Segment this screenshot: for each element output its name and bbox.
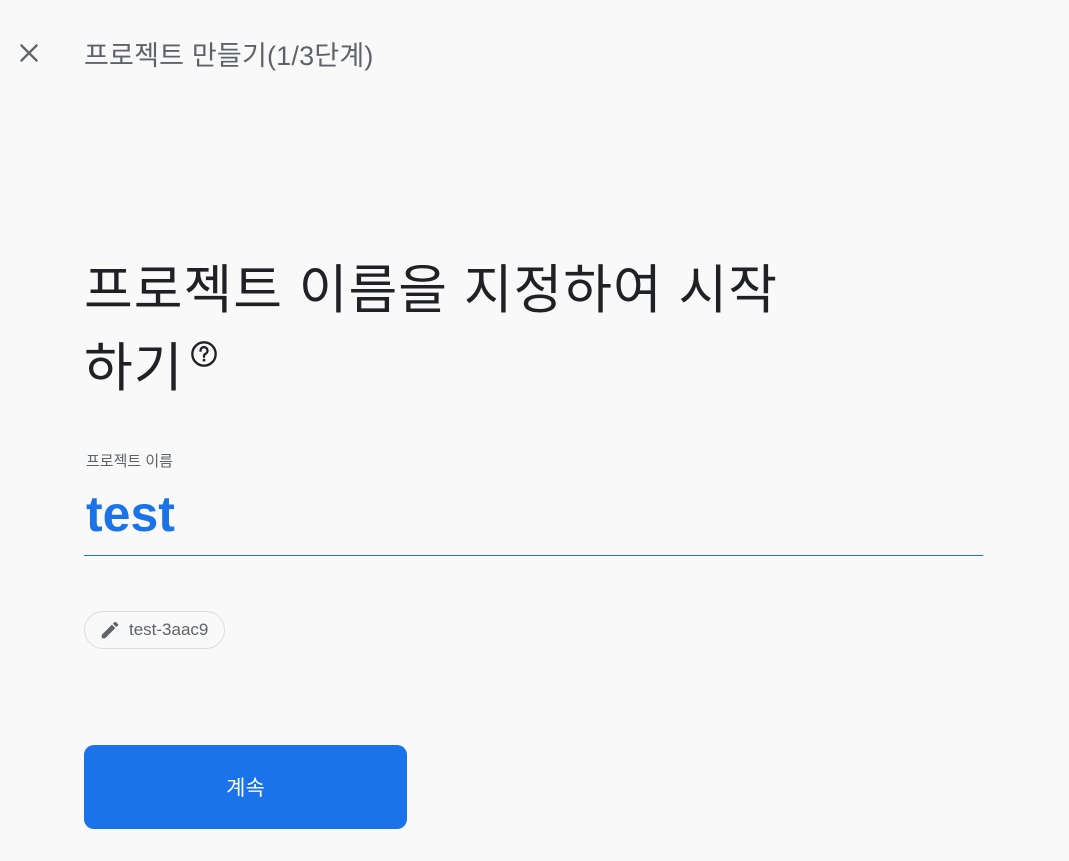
heading-block: 프로젝트 이름을 지정하여 시작하기 xyxy=(84,252,804,408)
close-button[interactable] xyxy=(12,36,46,70)
project-id-text: test-3aac9 xyxy=(129,620,209,639)
page-title: 프로젝트 만들기(1/3단계) xyxy=(84,41,374,71)
project-id-chip[interactable]: test-3aac9 xyxy=(84,611,226,649)
close-icon xyxy=(20,44,38,62)
project-name-input[interactable] xyxy=(84,484,983,544)
continue-button[interactable]: 계속 xyxy=(84,745,407,829)
main-heading-text: 프로젝트 이름을 지정하여 시작하기 xyxy=(84,261,779,398)
help-icon[interactable] xyxy=(190,340,218,368)
project-name-label: 프로젝트 이름 xyxy=(86,453,173,470)
create-project-page: 프로젝트 만들기(1/3단계) 프로젝트 이름을 지정하여 시작하기 프로젝트 … xyxy=(0,0,1069,861)
main-heading: 프로젝트 이름을 지정하여 시작하기 xyxy=(84,252,804,408)
pencil-icon xyxy=(101,621,119,639)
project-name-field: 프로젝트 이름 xyxy=(84,448,983,556)
